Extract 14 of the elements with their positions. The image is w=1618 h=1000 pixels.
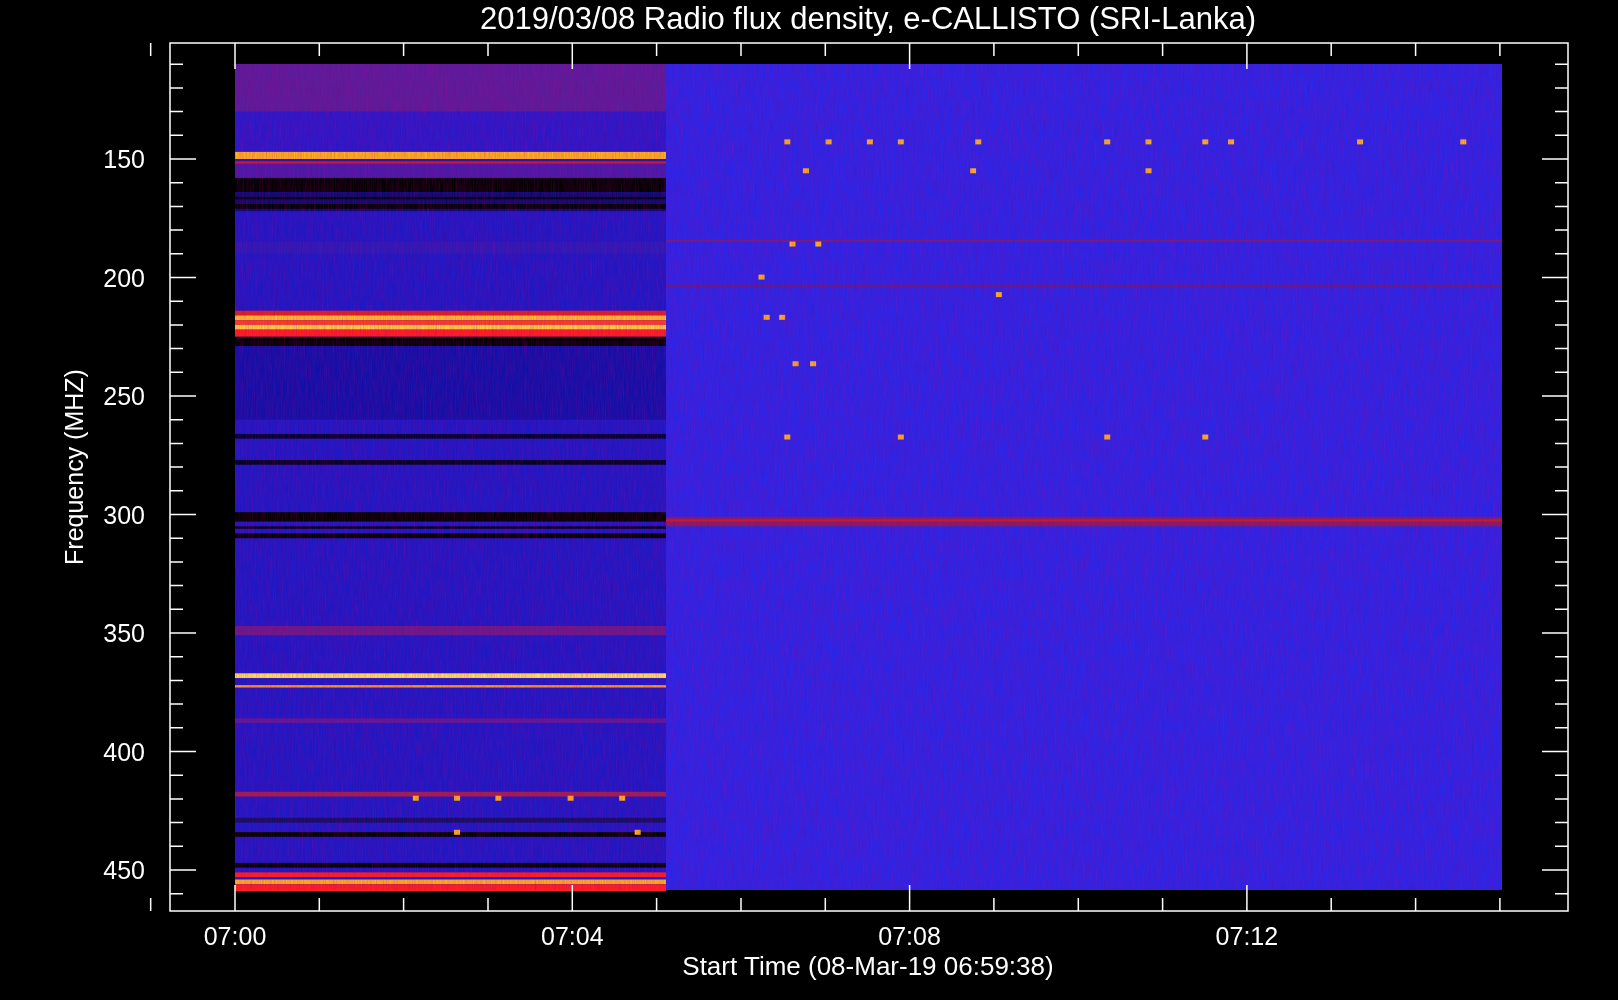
- tick-label: 150: [103, 145, 145, 173]
- tick-label: 450: [103, 856, 145, 884]
- tick-label: 07:00: [203, 922, 267, 950]
- tick-label: 350: [103, 619, 145, 647]
- tick-label: 300: [103, 500, 145, 529]
- tick-label: 07:04: [541, 922, 604, 950]
- axis-label: Start Time (08-Mar-19 06:59:38): [682, 951, 1054, 981]
- chart-title: 2019/03/08 Radio flux density, e-CALLISTO (SRI-Lanka): [480, 1, 1256, 36]
- tick-label: 400: [103, 737, 145, 766]
- tick-label: 07:08: [878, 922, 941, 950]
- tick-label: 250: [103, 382, 145, 410]
- tick-label: 200: [103, 263, 145, 292]
- tick-label: 07:12: [1215, 922, 1279, 950]
- axis-label: Frequency (MHZ): [60, 369, 88, 565]
